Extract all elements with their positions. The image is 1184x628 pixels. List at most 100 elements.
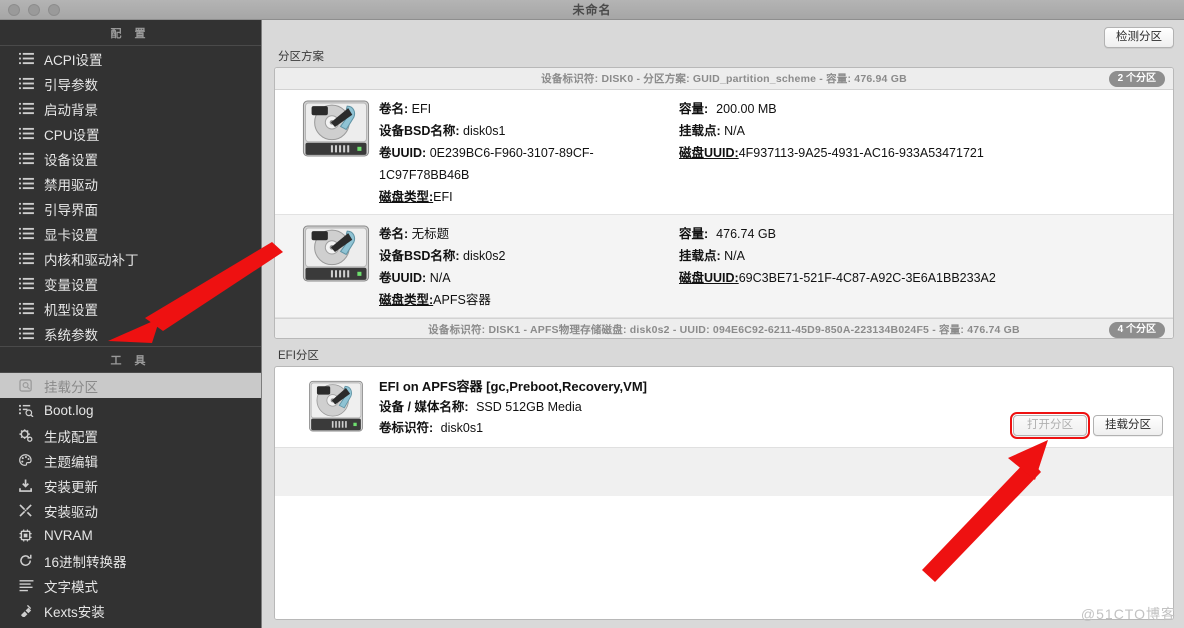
volume-name-label: 卷名: <box>379 227 409 241</box>
sidebar-item-tool-10[interactable]: Clover 克隆器 <box>0 623 261 628</box>
sidebar-item-tool-9[interactable]: Kexts安装 <box>0 598 261 623</box>
disk-type: 磁盘类型:EFI <box>379 186 679 208</box>
disk-uuid-value: 4F937113-9A25-4931-AC16-933A53471721 <box>738 146 984 160</box>
partition-groups: 设备标识符: DISK0 - 分区方案: GUID_partition_sche… <box>275 68 1173 338</box>
volume-row[interactable]: 卷名: 无标题 容量: 476.74 GB 设备BSD名称: disk0s2 挂载点: … <box>275 215 1173 318</box>
efi-media-label: 设备 / 媒体名称: <box>379 400 469 414</box>
sidebar-item-label: 生成配置 <box>44 429 98 445</box>
volume-capacity: 容量: 476.74 GB <box>679 223 1163 245</box>
sidebar-item-tool-2[interactable]: 生成配置 <box>0 423 261 448</box>
volume-name: 卷名: EFI <box>379 98 679 120</box>
sidebar-item-config-3[interactable]: CPU设置 <box>0 121 261 146</box>
sidebar-item-label: Kexts安装 <box>44 604 105 620</box>
sidebar-item-label: 安装驱动 <box>44 504 98 520</box>
mount-partition-button[interactable]: 挂载分区 <box>1093 415 1163 436</box>
sidebar-item-tool-8[interactable]: 文字模式 <box>0 573 261 598</box>
efi-section-label: EFI分区 <box>278 350 319 362</box>
sidebar-item-tool-0[interactable]: 挂载分区 <box>0 373 261 398</box>
partition-group-title: 设备标识符: DISK1 - APFS物理存储磁盘: disk0s2 - UUI… <box>428 323 1020 336</box>
sidebar-item-config-10[interactable]: 机型设置 <box>0 296 261 321</box>
palette-icon <box>18 454 34 468</box>
hard-disk-icon <box>293 98 379 208</box>
sidebar-item-config-7[interactable]: 显卡设置 <box>0 221 261 246</box>
volume-info: 卷名: 无标题 容量: 476.74 GB 设备BSD名称: disk0s2 挂载点: … <box>379 223 1163 311</box>
volume-mountpoint-label: 挂载点: <box>679 124 721 138</box>
disk-uuid-label: 磁盘UUID: <box>679 271 739 285</box>
sidebar-item-label: 文字模式 <box>44 579 98 595</box>
log-search-icon <box>18 404 34 418</box>
volume-name-label: 卷名: <box>379 102 409 116</box>
sidebar-item-label: 引导界面 <box>44 202 98 218</box>
sidebar-item-tool-4[interactable]: 安装更新 <box>0 473 261 498</box>
sidebar-item-tool-6[interactable]: NVRAM <box>0 523 261 548</box>
volume-bsd-label: 设备BSD名称: <box>379 249 460 263</box>
efi-text: EFI on APFS容器 [gc,Preboot,Recovery,VM] 设… <box>379 377 1013 439</box>
volume-row[interactable]: 卷名: EFI 容量: 200.00 MB 设备BSD名称: disk0s1 挂载点: … <box>275 90 1173 215</box>
list-icon <box>18 252 34 266</box>
sidebar-item-label: 内核和驱动补丁 <box>44 252 139 268</box>
sidebar-item-config-11[interactable]: 系统参数 <box>0 321 261 346</box>
efi-partition-panel: EFI on APFS容器 [gc,Preboot,Recovery,VM] 设… <box>274 366 1174 620</box>
list-icon <box>18 277 34 291</box>
disk-uuid: 磁盘UUID:4F937113-9A25-4931-AC16-933A53471… <box>679 142 1163 186</box>
chip-icon <box>18 529 34 543</box>
volume-info-line: 设备BSD名称: disk0s2 挂载点: N/A <box>379 245 1163 267</box>
volume-mountpoint: 挂载点: N/A <box>679 120 1163 142</box>
volume-capacity-label: 容量: <box>679 227 709 241</box>
detect-partitions-button[interactable]: 检测分区 <box>1104 26 1174 48</box>
partition-group-title: 设备标识符: DISK0 - 分区方案: GUID_partition_sche… <box>541 73 907 85</box>
partition-count-badge: 4 个分区 <box>1108 322 1165 338</box>
disk-uuid-value: 69C3BE71-521F-4C87-A92C-3E6A1BB233A2 <box>738 271 996 285</box>
sidebar-item-config-4[interactable]: 设备设置 <box>0 146 261 171</box>
list-icon <box>18 77 34 91</box>
disk-type-value: EFI <box>433 190 453 204</box>
list-icon <box>18 227 34 241</box>
efi-media-value: SSD 512GB Media <box>476 400 582 414</box>
open-partition-button[interactable]: 打开分区 <box>1010 412 1090 439</box>
sidebar-item-config-8[interactable]: 内核和驱动补丁 <box>0 246 261 271</box>
sidebar-item-config-0[interactable]: ACPI设置 <box>0 46 261 71</box>
sidebar-item-config-6[interactable]: 引导界面 <box>0 196 261 221</box>
window-title: 未命名 <box>572 3 612 17</box>
efi-action-buttons: 打开分区 挂载分区 <box>1010 377 1163 439</box>
partition-count-badge: 2 个分区 <box>1108 71 1165 87</box>
sidebar-item-tool-1[interactable]: Boot.log <box>0 398 261 423</box>
volume-capacity: 容量: 200.00 MB <box>679 98 1163 120</box>
list-icon <box>18 127 34 141</box>
volume-mountpoint-value: N/A <box>720 249 745 263</box>
disk-uuid-label: 磁盘UUID: <box>679 146 739 160</box>
sidebar-item-tool-7[interactable]: 16进制转换器 <box>0 548 261 573</box>
sidebar-config-list: ACPI设置引导参数启动背景 CPU设置设备设置 禁用驱动引导界面显卡设置内核和驱动… <box>0 46 261 346</box>
list-icon <box>18 152 34 166</box>
volume-bsd: 设备BSD名称: disk0s2 <box>379 245 679 267</box>
sidebar-item-config-9[interactable]: 变量设置 <box>0 271 261 296</box>
sidebar-item-label: 引导参数 <box>44 77 98 93</box>
volume-info-line: 卷名: 无标题 容量: 476.74 GB <box>379 223 1163 245</box>
tools-icon <box>18 504 34 518</box>
list-icon <box>18 102 34 116</box>
volume-info-line: 磁盘类型:EFI <box>379 186 1163 208</box>
volume-bsd-value: disk0s1 <box>459 124 506 138</box>
partition-scheme-panel[interactable]: 设备标识符: DISK0 - 分区方案: GUID_partition_sche… <box>274 67 1174 339</box>
sidebar-item-tool-3[interactable]: 主题编辑 <box>0 448 261 473</box>
partition-group-header: 设备标识符: DISK0 - 分区方案: GUID_partition_sche… <box>275 68 1173 90</box>
sidebar-item-tool-5[interactable]: 安装驱动 <box>0 498 261 523</box>
app-window: 未命名 配 置 ACPI设置 引导参数 启动背景 CPU设置 设备设置 禁用驱动 引导界面显… <box>0 0 1184 628</box>
gears-icon <box>18 429 34 443</box>
partition-section-label: 分区方案 <box>278 51 324 63</box>
volume-uuid-label: 卷UUID: <box>379 146 427 160</box>
efi-detail-area <box>275 447 1173 619</box>
volume-info: 卷名: EFI 容量: 200.00 MB 设备BSD名称: disk0s1 挂载点: … <box>379 98 1163 208</box>
main-toolbar: 检测分区 <box>274 26 1174 48</box>
volume-bsd-value: disk0s2 <box>459 249 506 263</box>
volume-bsd: 设备BSD名称: disk0s1 <box>379 120 679 142</box>
download-icon <box>18 479 34 493</box>
sidebar-item-config-5[interactable]: 禁用驱动 <box>0 171 261 196</box>
sidebar-item-config-1[interactable]: 引导参数 <box>0 71 261 96</box>
sidebar-item-label: 16进制转换器 <box>44 554 127 570</box>
sidebar-item-label: CPU设置 <box>44 127 100 143</box>
list-icon <box>18 327 34 341</box>
volume-name: 卷名: 无标题 <box>379 223 679 245</box>
hard-disk-icon <box>293 223 379 311</box>
sidebar-item-config-2[interactable]: 启动背景 <box>0 96 261 121</box>
